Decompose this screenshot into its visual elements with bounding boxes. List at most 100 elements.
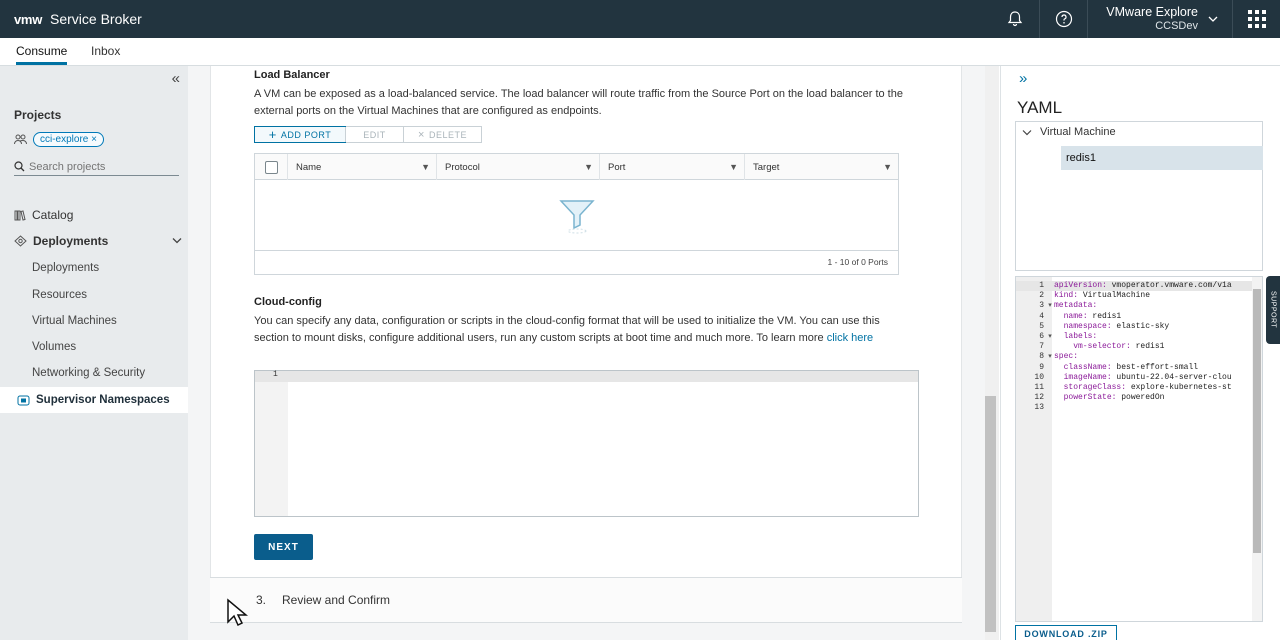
filter-icon[interactable]: ▼	[883, 162, 892, 172]
catalog-icon	[14, 210, 26, 221]
code-line: 8 ▾ spec:	[1016, 352, 1078, 362]
bell-icon[interactable]	[991, 0, 1039, 38]
code-line: 12 powerState: poweredOn	[1016, 393, 1164, 403]
select-all-checkbox[interactable]	[264, 160, 278, 174]
yaml-key: name:	[1063, 311, 1088, 321]
code-line: 5 namespace: elastic-sky	[1016, 322, 1169, 332]
delete-label: DELETE	[428, 129, 467, 140]
tree-root[interactable]: Virtual Machine	[1022, 126, 1116, 138]
tree-root-label: Virtual Machine	[1040, 126, 1116, 138]
yaml-title: YAML	[1017, 98, 1063, 117]
code-line-number: 2	[1039, 291, 1044, 301]
code-line: 1 apiVersion: vmoperator.vmware.com/v1a	[1016, 281, 1252, 291]
nav-deployments-group[interactable]: Deployments	[14, 231, 182, 251]
code-line-number: 8	[1039, 352, 1044, 362]
step-review-confirm[interactable]: 3. Review and Confirm	[210, 577, 962, 623]
app-grid-icon[interactable]	[1232, 0, 1280, 38]
add-port-label: ADD PORT	[280, 129, 332, 140]
org-name: VMware Explore	[1106, 5, 1198, 19]
step-label: Review and Confirm	[282, 593, 391, 607]
download-zip-button[interactable]: DOWNLOAD .ZIP	[1015, 625, 1117, 640]
code-line: 13	[1016, 403, 1054, 413]
yaml-value: explore-kubernetes-st	[1126, 383, 1232, 392]
code-scrollbar[interactable]	[1252, 277, 1262, 621]
add-port-button[interactable]: + ADD PORT	[254, 126, 346, 143]
datagrid-empty-state	[255, 180, 898, 250]
yaml-key: powerState:	[1063, 393, 1117, 403]
expand-panel-icon[interactable]: »	[1019, 70, 1027, 87]
fold-icon[interactable]: ▾	[1044, 301, 1054, 311]
org-switcher[interactable]: VMware Explore CCSDev	[1087, 0, 1232, 38]
tab-inbox[interactable]: Inbox	[91, 38, 120, 65]
code-line: 3 ▾ metadata:	[1016, 301, 1097, 311]
code-line: 11 storageClass: explore-kubernetes-st	[1016, 383, 1232, 393]
code-scrollbar-thumb[interactable]	[1253, 289, 1261, 553]
nav-catalog[interactable]: Catalog	[14, 205, 73, 225]
yaml-value: VirtualMachine	[1078, 291, 1151, 301]
yaml-key: labels:	[1063, 332, 1098, 341]
column-protocol[interactable]: Protocol ▼	[437, 154, 600, 180]
code-line-number: 3	[1039, 301, 1044, 311]
yaml-value: redis1	[1130, 342, 1165, 352]
namespace-icon	[17, 395, 30, 405]
help-icon[interactable]	[1039, 0, 1087, 38]
next-button[interactable]: NEXT	[254, 534, 313, 560]
main-content: Load Balancer A VM can be exposed as a l…	[188, 66, 985, 640]
main-scrollbar-thumb[interactable]	[985, 396, 996, 632]
tab-consume[interactable]: Consume	[16, 38, 68, 65]
remove-chip-icon[interactable]: ×	[91, 134, 97, 145]
nav-supervisor-namespaces[interactable]: Supervisor Namespaces	[0, 387, 188, 413]
code-line-number: 13	[1034, 403, 1044, 413]
project-search[interactable]	[14, 158, 179, 176]
collapse-sidebar-icon[interactable]: «	[172, 70, 180, 87]
yaml-panel: » YAML Virtual Machine redis1 1 apiVersio…	[1000, 66, 1280, 640]
cloud-config-description: You can specify any data, configuration …	[254, 313, 914, 347]
code-line-number: 5	[1039, 321, 1044, 331]
sub-navigation: Consume Inbox	[0, 38, 1280, 66]
yaml-value: vmoperator.vmware.com/v1a	[1106, 281, 1232, 290]
ports-datagrid: Name ▼ Protocol ▼ Port ▼ Target ▼ 1 - 10 of …	[254, 153, 899, 275]
yaml-value: redis1	[1087, 311, 1122, 321]
cloud-config-title: Cloud-config	[254, 296, 322, 308]
filter-icon[interactable]: ▼	[421, 162, 430, 172]
users-icon	[14, 134, 27, 145]
code-line: 10 imageName: ubuntu-22.04-server-clou	[1016, 372, 1232, 383]
click-here-link[interactable]: click here	[827, 332, 873, 344]
fold-icon[interactable]: ▾	[1044, 352, 1054, 362]
resource-tree: Virtual Machine redis1	[1015, 121, 1263, 271]
line-number: 1	[273, 370, 278, 379]
yaml-code-viewer[interactable]: 1 apiVersion: vmoperator.vmware.com/v1a 2 k…	[1015, 276, 1263, 622]
nav-resources[interactable]: Resources	[32, 289, 87, 301]
datagrid-header: Name ▼ Protocol ▼ Port ▼ Target ▼	[255, 154, 898, 180]
filter-icon[interactable]: ▼	[584, 162, 593, 172]
project-chip[interactable]: cci-explore ×	[33, 132, 104, 147]
code-line-number: 1	[1039, 281, 1044, 290]
cloud-config-editor[interactable]: 1	[254, 370, 919, 517]
column-name[interactable]: Name ▼	[288, 154, 437, 180]
request-form: Load Balancer A VM can be exposed as a l…	[210, 66, 962, 623]
main-scrollbar[interactable]	[985, 66, 999, 640]
app-title[interactable]: Service Broker	[50, 11, 142, 27]
nav-volumes[interactable]: Volumes	[32, 341, 76, 353]
support-tab[interactable]: SUPPORT	[1266, 276, 1280, 344]
column-target-label: Target	[753, 161, 780, 173]
code-line-number: 11	[1034, 383, 1044, 392]
column-target[interactable]: Target ▼	[745, 154, 898, 180]
nav-deployments[interactable]: Deployments	[32, 262, 99, 274]
edit-button[interactable]: EDIT	[345, 127, 403, 142]
nav-networking-security[interactable]: Networking & Security	[32, 367, 145, 379]
search-input[interactable]	[29, 160, 169, 173]
tree-leaf-redis1[interactable]: redis1	[1061, 146, 1263, 170]
vmw-logo[interactable]: vmw	[14, 12, 42, 27]
fold-icon[interactable]: ▾	[1044, 332, 1054, 342]
column-port[interactable]: Port ▼	[600, 154, 745, 180]
code-line: 2 kind: VirtualMachine	[1016, 291, 1150, 301]
delete-button[interactable]: × DELETE	[403, 127, 481, 142]
nav-virtual-machines[interactable]: Virtual Machines	[32, 315, 117, 327]
yaml-value: ubuntu-22.04-server-clou	[1111, 372, 1232, 382]
filter-icon[interactable]: ▼	[729, 162, 738, 172]
